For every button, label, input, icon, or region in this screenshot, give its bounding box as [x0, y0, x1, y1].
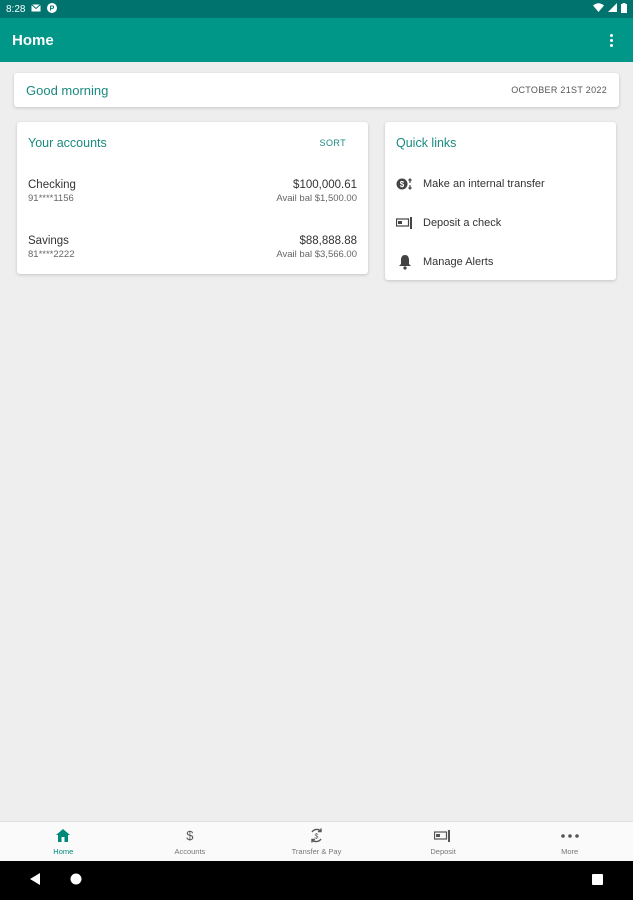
account-number: 91****1156 [28, 193, 74, 204]
account-number: 81****2222 [28, 249, 75, 260]
check-deposit-icon [396, 214, 414, 232]
account-name: Checking [28, 179, 76, 191]
quick-link-deposit-check[interactable]: Deposit a check [385, 203, 616, 242]
page-title: Home [12, 31, 54, 49]
deposit-icon [434, 828, 452, 844]
accounts-title: Your accounts [28, 136, 107, 150]
nav-label: Transfer & Pay [291, 846, 342, 856]
greeting-message: Good morning [26, 82, 109, 98]
svg-text:$: $ [315, 834, 319, 841]
nav-item-home[interactable]: Home [0, 822, 127, 861]
recents-icon[interactable] [592, 872, 603, 890]
nav-label: More [561, 846, 579, 856]
greeting-date: OCTOBER 21ST 2022 [511, 85, 607, 95]
wifi-icon [593, 3, 604, 15]
quick-link-internal-transfer[interactable]: $ Make an internal transfer [385, 164, 616, 203]
app-notification-icon: P [47, 2, 58, 16]
quick-links-title: Quick links [396, 136, 457, 150]
signal-icon [608, 3, 617, 15]
battery-icon [621, 2, 627, 16]
status-bar: 8:28 P [0, 0, 633, 18]
bottom-navigation: Home $ Accounts $ Transfer & Pay Deposit… [0, 821, 633, 861]
nav-item-accounts[interactable]: $ Accounts [127, 822, 254, 861]
more-dots-icon [560, 828, 579, 844]
quick-link-label: Make an internal transfer [423, 177, 545, 190]
greeting-card: Good morning OCTOBER 21ST 2022 [14, 73, 619, 107]
account-balance: $100,000.61 [293, 179, 357, 191]
overflow-menu-icon[interactable] [601, 28, 621, 52]
back-icon[interactable] [30, 872, 40, 890]
bell-icon [396, 253, 414, 271]
quick-link-manage-alerts[interactable]: Manage Alerts [385, 242, 616, 281]
home-icon [56, 828, 71, 844]
system-navigation-bar [0, 861, 633, 900]
account-row-checking[interactable]: Checking 91****1156 $100,000.61 Avail ba… [17, 164, 368, 220]
dollar-icon: $ [186, 828, 194, 843]
quick-link-label: Deposit a check [423, 216, 502, 229]
mail-icon [31, 3, 42, 15]
account-name: Savings [28, 235, 69, 247]
status-time: 8:28 [6, 3, 26, 15]
svg-text:$: $ [400, 180, 405, 189]
nav-label: Deposit [430, 846, 456, 856]
nav-label: Home [53, 846, 74, 856]
quick-link-label: Manage Alerts [423, 255, 494, 268]
home-button-icon[interactable] [70, 872, 82, 890]
quick-links-card: Quick links $ Make an internal transfer … [385, 122, 616, 280]
nav-label: Accounts [174, 846, 206, 856]
transfer-pay-icon: $ [309, 828, 324, 844]
account-row-savings[interactable]: Savings 81****2222 $88,888.88 Avail bal … [17, 220, 368, 276]
nav-item-deposit[interactable]: Deposit [380, 822, 507, 861]
nav-item-transfer-pay[interactable]: $ Transfer & Pay [253, 822, 380, 861]
account-available-balance: Avail bal $3,566.00 [276, 249, 357, 260]
svg-text:P: P [50, 5, 55, 12]
sort-button[interactable]: SORT [320, 138, 346, 148]
account-balance: $88,888.88 [299, 235, 357, 247]
nav-item-more[interactable]: More [506, 822, 633, 861]
transfer-icon: $ [396, 175, 414, 193]
account-available-balance: Avail bal $1,500.00 [276, 193, 357, 204]
app-bar: Home [0, 18, 633, 62]
accounts-card: Your accounts SORT Checking 91****1156 $… [17, 122, 368, 274]
